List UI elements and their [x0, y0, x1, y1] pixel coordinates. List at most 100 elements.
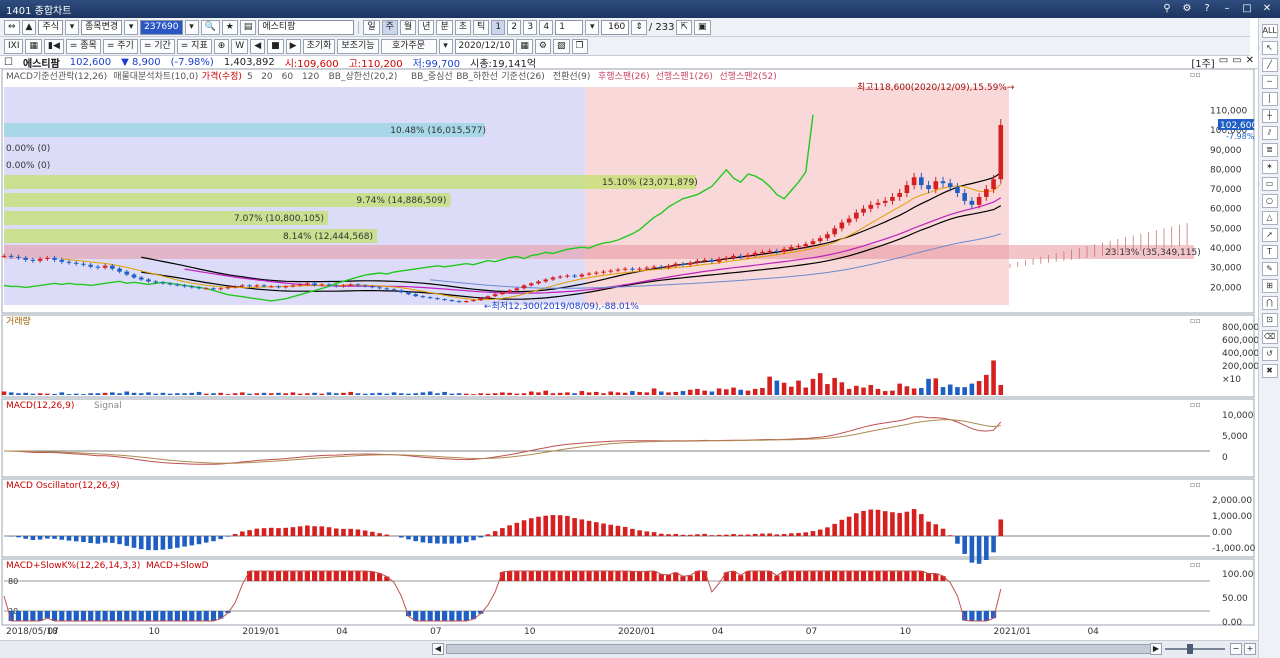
- unit-dropdown-icon[interactable]: ▾: [585, 19, 600, 35]
- volume-profile-label: 9.74% (14,886,509): [356, 196, 446, 206]
- copy-icon[interactable]: ❐: [571, 38, 588, 54]
- chart-scrollbar[interactable]: ◀ ▶ − +: [0, 640, 1258, 658]
- table-button[interactable]: ▦: [25, 38, 42, 54]
- grid-icon[interactable]: ▤: [239, 19, 257, 35]
- stock-name-field[interactable]: 에스티팜: [258, 19, 355, 35]
- fibonacci-icon[interactable]: ≣: [1261, 143, 1278, 157]
- period-month[interactable]: 월: [399, 19, 417, 35]
- channel-icon[interactable]: ⫽: [1261, 126, 1278, 140]
- panel-close-icon[interactable]: ✕: [1246, 55, 1254, 70]
- chart-svg[interactable]: ▫▫ ▫▫ ▫▫ ▫▫ ▫▫ 10.48% (16,015,577) 0.00% (0) 0.…: [0, 69, 1258, 626]
- delete-all-icon[interactable]: ✖: [1261, 364, 1278, 378]
- unit-input[interactable]: 1: [555, 19, 584, 35]
- save-icon[interactable]: ▣: [694, 19, 711, 35]
- num-4[interactable]: 4: [539, 19, 554, 35]
- nav-stop[interactable]: ■: [267, 38, 284, 54]
- close-icon[interactable]: ✕: [1260, 2, 1274, 16]
- collapse-box[interactable]: ☐: [4, 57, 13, 68]
- rectangle-icon[interactable]: ▭: [1261, 177, 1278, 191]
- period-day[interactable]: 일: [363, 19, 380, 35]
- undo-icon[interactable]: ↺: [1261, 347, 1278, 361]
- circle-icon[interactable]: ○: [1261, 194, 1278, 208]
- volume-bar: [550, 393, 556, 395]
- minimize-icon[interactable]: –: [1220, 2, 1234, 16]
- stock-button[interactable]: = 종목: [65, 38, 101, 54]
- panel-min-icon[interactable]: ▭: [1219, 55, 1228, 70]
- arrow-icon[interactable]: ➚: [1261, 228, 1278, 242]
- lock-icon[interactable]: ⊡: [1261, 313, 1278, 327]
- code-dropdown-icon[interactable]: ▾: [184, 19, 199, 35]
- cycle-button[interactable]: = 주기: [102, 38, 138, 54]
- count-input[interactable]: 160: [601, 19, 630, 35]
- nav-next[interactable]: ▶: [285, 38, 301, 54]
- crosshair-button[interactable]: ⅠXⅠ: [4, 38, 24, 54]
- settings-icon[interactable]: ⚙: [1180, 2, 1194, 16]
- date-input[interactable]: 2020/12/10: [454, 38, 515, 54]
- num-2[interactable]: 2: [507, 19, 522, 35]
- range-button[interactable]: = 기간: [139, 38, 175, 54]
- up-arrow-button[interactable]: ▲: [21, 19, 37, 35]
- period-year[interactable]: 년: [418, 19, 435, 35]
- volume-bar: [528, 391, 534, 395]
- all-tools-icon[interactable]: ALL: [1261, 24, 1278, 38]
- scroll-thumb[interactable]: [446, 644, 1162, 654]
- trendline-icon[interactable]: ╱: [1261, 58, 1278, 72]
- search-icon[interactable]: 🔍: [200, 19, 220, 35]
- nav-prev[interactable]: ◀: [250, 38, 266, 54]
- ruler-icon[interactable]: ⊞: [1261, 279, 1278, 293]
- slow-overbought-fill: [889, 571, 896, 581]
- settings-gear-icon[interactable]: ⚙: [534, 38, 551, 54]
- zoom-out-icon[interactable]: W: [231, 38, 249, 54]
- order-dropdown-icon[interactable]: ▾: [438, 38, 453, 54]
- market-dropdown-icon[interactable]: ▾: [65, 19, 80, 35]
- change-dropdown-icon[interactable]: ▾: [124, 19, 139, 35]
- candle-body: [240, 285, 245, 287]
- eraser-icon[interactable]: ⌫: [1261, 330, 1278, 344]
- num-3[interactable]: 3: [523, 19, 538, 35]
- zoom-plus-icon[interactable]: +: [1244, 643, 1256, 655]
- count-spinner[interactable]: ⇕: [631, 19, 647, 35]
- order-button[interactable]: 호가주문: [380, 38, 437, 54]
- chart-area[interactable]: ▫▫ ▫▫ ▫▫ ▫▫ ▫▫ 10.48% (16,015,577) 0.00% (0) 0.…: [0, 69, 1258, 640]
- pin-icon[interactable]: ⚲: [1160, 2, 1174, 16]
- reset-button[interactable]: 초기화: [302, 38, 336, 54]
- help-icon[interactable]: ?: [1200, 2, 1214, 16]
- pencil-icon[interactable]: ✎: [1261, 262, 1278, 276]
- magnet-icon[interactable]: ⋂: [1261, 296, 1278, 310]
- num-1[interactable]: 1: [491, 19, 506, 35]
- zoom-minus-icon[interactable]: −: [1230, 643, 1242, 655]
- scroll-left-icon[interactable]: ◀: [432, 643, 444, 655]
- aux-button[interactable]: 보조기능: [337, 38, 379, 54]
- zoom-slider[interactable]: [1165, 644, 1225, 654]
- zoom-in-icon[interactable]: ⊕: [213, 38, 230, 54]
- stock-code-input[interactable]: 237690: [140, 19, 183, 35]
- compare-button[interactable]: ▮◀: [44, 38, 64, 54]
- triangle-icon[interactable]: △: [1261, 211, 1278, 225]
- slow-overbought-fill: [658, 574, 664, 581]
- image-icon[interactable]: ▨: [553, 38, 570, 54]
- cursor-icon[interactable]: ↖: [1261, 41, 1278, 55]
- period-week[interactable]: 주: [381, 19, 398, 35]
- osc-bar: [933, 524, 939, 536]
- gann-icon[interactable]: ✶: [1261, 160, 1278, 174]
- calendar-icon[interactable]: ▦: [516, 38, 533, 54]
- change-stock-select[interactable]: 종목변경: [81, 19, 123, 35]
- period-minute[interactable]: 분: [436, 19, 453, 35]
- text-icon[interactable]: T: [1261, 245, 1278, 259]
- maximize-icon[interactable]: □: [1240, 2, 1254, 16]
- scroll-right-icon[interactable]: ▶: [1150, 643, 1162, 655]
- period-tick[interactable]: 틱: [473, 19, 490, 35]
- panel-max-icon[interactable]: ▭: [1232, 55, 1241, 70]
- slow-oversold-fill: [23, 611, 29, 621]
- title-bar: 1401 종합차트 ⚲ ⚙ ? – □ ✕: [0, 0, 1280, 18]
- favorite-star-icon[interactable]: ★: [221, 19, 238, 35]
- period-second[interactable]: 초: [454, 19, 472, 35]
- sidebar-toggle-button[interactable]: ⇔: [4, 19, 20, 35]
- horizontal-line-icon[interactable]: ─: [1261, 75, 1278, 89]
- cross-line-icon[interactable]: ┼: [1261, 109, 1278, 123]
- vertical-line-icon[interactable]: │: [1261, 92, 1278, 106]
- indicator-button[interactable]: = 지표: [176, 38, 212, 54]
- market-select[interactable]: 주식: [38, 19, 64, 35]
- export-icon[interactable]: ⇱: [676, 19, 693, 35]
- osc-bar: [102, 536, 108, 543]
